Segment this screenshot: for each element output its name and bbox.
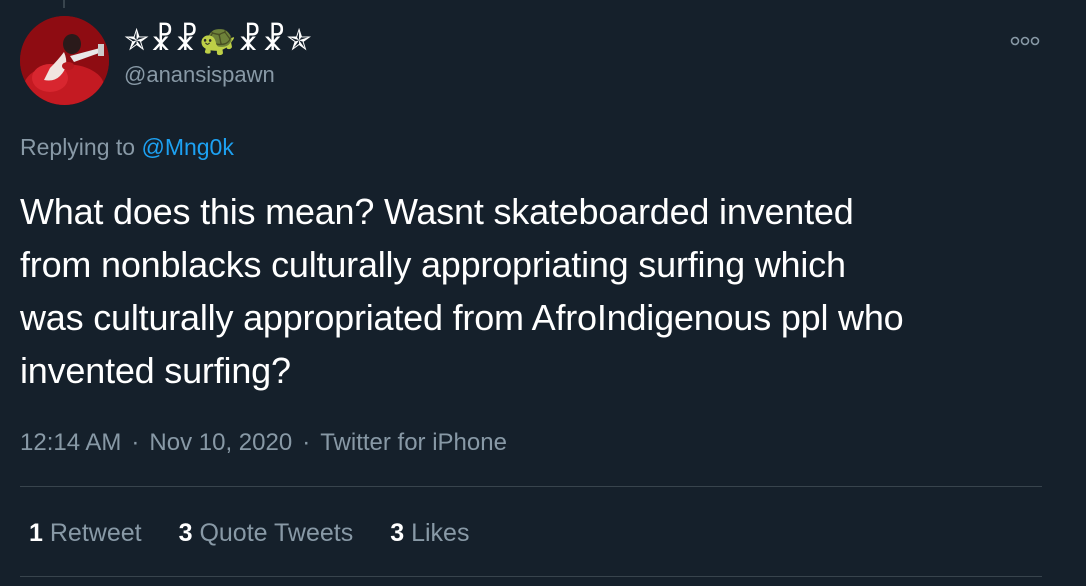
meta-separator: · <box>131 429 140 456</box>
stat-label: Retweet <box>49 519 142 547</box>
reply-mention-link[interactable]: @Mng0k <box>141 134 233 160</box>
quote-tweets-count[interactable]: 3 Quote Tweets <box>179 516 354 550</box>
replying-to: Replying to @Mng0k <box>20 131 234 163</box>
likes-count[interactable]: 3 Likes <box>390 516 469 550</box>
tweet-metadata: 12:14 AM · Nov 10, 2020 · Twitter for iPhone <box>20 427 507 459</box>
tweet-source[interactable]: Twitter for iPhone <box>320 429 507 456</box>
replying-to-label: Replying to <box>20 134 136 160</box>
avatar[interactable] <box>20 16 109 105</box>
stat-label: Quote Tweets <box>199 519 354 547</box>
tweet-line: What does this mean? Wasnt skateboarded … <box>20 191 854 232</box>
engagement-stats: 1 Retweet 3 Quote Tweets 3 Likes <box>29 516 506 550</box>
tweet-date[interactable]: Nov 10, 2020 <box>149 429 292 456</box>
tweet-time[interactable]: 12:14 AM <box>20 429 121 456</box>
tweet-line: was culturally appropriated from AfroInd… <box>20 297 904 338</box>
tweet-text: What does this mean? Wasnt skateboarded … <box>20 185 1050 397</box>
stat-count: 3 <box>390 519 405 547</box>
tweet-line: invented surfing? <box>20 350 291 391</box>
more-options-icon[interactable] <box>1008 30 1042 52</box>
stat-label: Likes <box>411 519 470 547</box>
divider <box>20 576 1042 577</box>
stat-count: 3 <box>178 519 193 547</box>
divider <box>20 486 1042 487</box>
stat-count: 1 <box>29 519 43 547</box>
user-handle[interactable]: @anansispawn <box>124 60 275 90</box>
thread-connector-line <box>63 0 65 8</box>
meta-separator: · <box>302 429 311 456</box>
tweet-line: from nonblacks culturally appropriating … <box>20 244 846 285</box>
retweet-count[interactable]: 1 Retweet <box>29 516 142 550</box>
avatar-photo <box>20 16 109 105</box>
display-name[interactable]: ✯☧☧🐢☧☧✯ <box>124 22 313 60</box>
